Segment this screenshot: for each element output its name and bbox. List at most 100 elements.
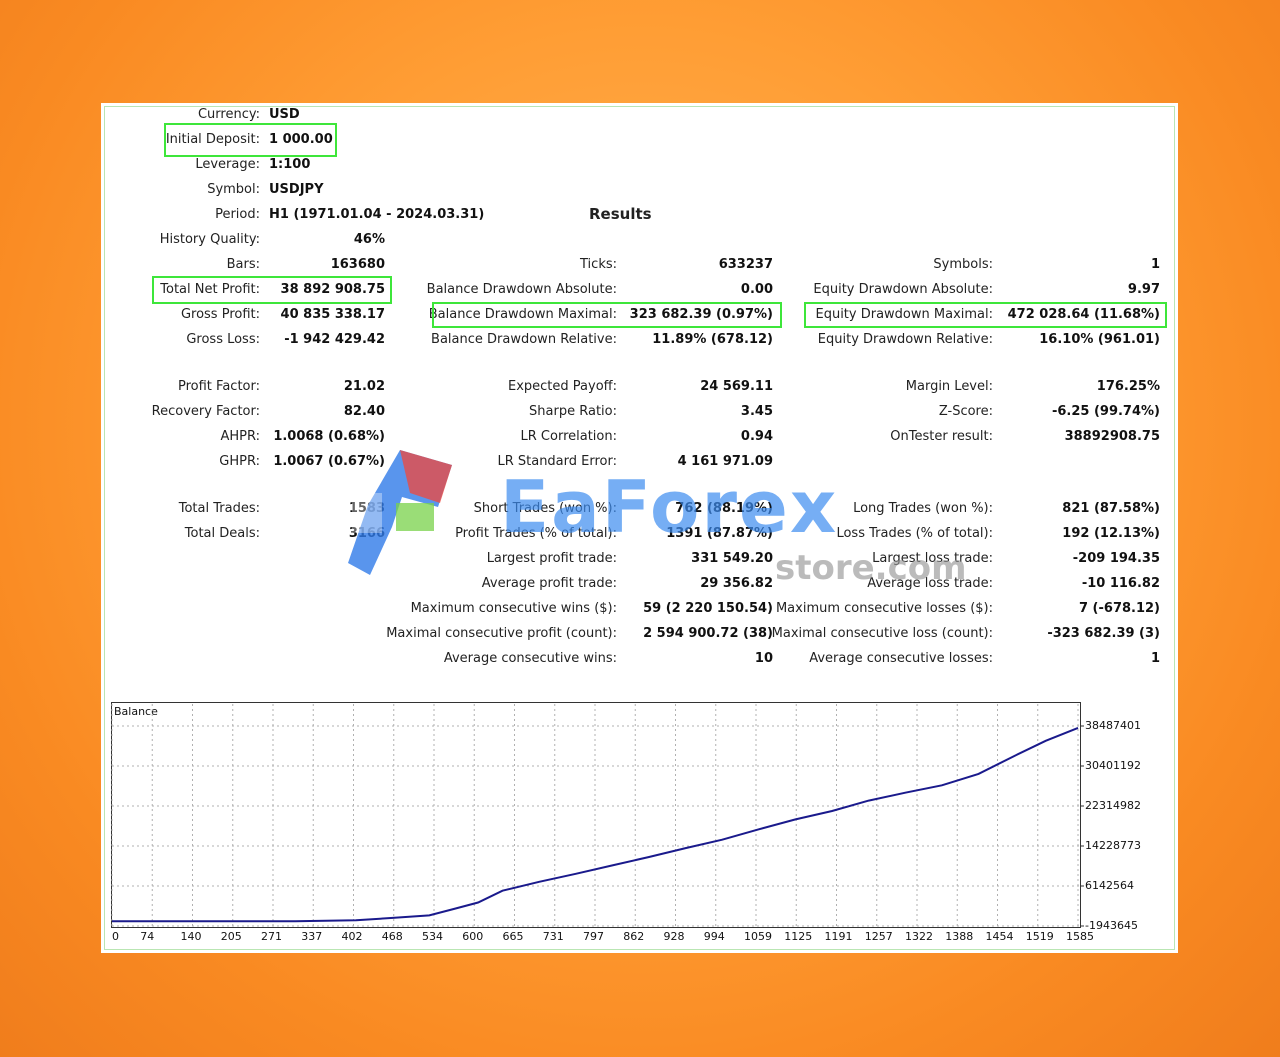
label-lr-correlation: LR Correlation:: [520, 429, 617, 444]
x-tick-label: 140: [180, 930, 202, 943]
value-maximum-consecutive-losses: 7 (-678.12): [1078, 601, 1160, 616]
label-recovery-factor: Recovery Factor:: [151, 404, 260, 419]
label-ticks: Ticks:: [580, 257, 617, 272]
value-z-score: -6.25 (99.74%): [1051, 404, 1160, 419]
label-average-consecutive-losses: Average consecutive losses:: [809, 651, 993, 666]
value-maximum-consecutive-wins: 59 (2 220 150.54): [643, 601, 773, 616]
label-average-profit-trade: Average profit trade:: [481, 576, 617, 591]
chart-title: Balance: [114, 705, 158, 718]
value-sharpe-ratio: 3.45: [740, 404, 773, 419]
label-average-loss-trade: Average loss trade:: [867, 576, 993, 591]
x-tick-label: 1519: [1025, 930, 1054, 943]
label-balance-drawdown-relative: Balance Drawdown Relative:: [431, 332, 617, 347]
highlight-total-net-profit: [152, 276, 392, 304]
label-leverage: Leverage:: [195, 157, 260, 172]
label-equity-drawdown-relative: Equity Drawdown Relative:: [817, 332, 993, 347]
x-tick-label: 74: [140, 930, 155, 943]
label-maximal-consecutive-profit-count: Maximal consecutive profit (count):: [386, 626, 617, 641]
y-tick-label: 6142564: [1085, 879, 1134, 892]
x-tick-label: 271: [261, 930, 282, 943]
value-loss-trades-of-total: 192 (12.13%): [1062, 526, 1160, 541]
label-balance-drawdown-absolute: Balance Drawdown Absolute:: [426, 282, 617, 297]
label-margin-level: Margin Level:: [905, 379, 993, 394]
value-average-profit-trade: 29 356.82: [700, 576, 773, 591]
label-largest-profit-trade: Largest profit trade:: [486, 551, 617, 566]
label-average-consecutive-wins: Average consecutive wins:: [443, 651, 617, 666]
value-average-consecutive-wins: 10: [754, 651, 773, 666]
value-symbol: USDJPY: [269, 182, 324, 197]
y-tick-label: 14228773: [1085, 839, 1141, 852]
value-maximal-consecutive-profit-count: 2 594 900.72 (38): [643, 626, 773, 641]
value-profit-factor: 21.02: [343, 379, 385, 394]
label-gross-loss: Gross Loss:: [186, 332, 260, 347]
x-tick-label: 1125: [784, 930, 813, 943]
value-margin-level: 176.25%: [1096, 379, 1160, 394]
label-total-deals: Total Deals:: [184, 526, 260, 541]
value-maximal-consecutive-loss-count: -323 682.39 (3): [1047, 626, 1160, 641]
label-expected-payoff: Expected Payoff:: [508, 379, 617, 394]
value-gross-loss: -1 942 429.42: [284, 332, 385, 347]
x-tick-label: 0: [112, 930, 119, 943]
value-equity-drawdown-relative: 16.10% (961.01): [1039, 332, 1160, 347]
value-currency: USD: [269, 107, 300, 122]
highlight-balance-drawdown-maximal: [432, 302, 782, 328]
value-equity-drawdown-absolute: 9.97: [1127, 282, 1160, 297]
value-period: H1 (1971.01.04 - 2024.03.31): [269, 207, 485, 222]
label-loss-trades-of-total: Loss Trades (% of total):: [836, 526, 993, 541]
x-tick-label: 600: [462, 930, 484, 943]
y-tick-label: 22314982: [1085, 799, 1141, 812]
x-tick-label: 994: [703, 930, 725, 943]
value-recovery-factor: 82.40: [343, 404, 385, 419]
label-period: Period:: [215, 207, 260, 222]
x-tick-label: 205: [220, 930, 242, 943]
label-gross-profit: Gross Profit:: [180, 307, 260, 322]
value-bars: 163680: [330, 257, 385, 272]
value-history-quality: 46%: [353, 232, 385, 247]
label-maximum-consecutive-wins: Maximum consecutive wins ($):: [410, 601, 617, 616]
value-ticks: 633237: [718, 257, 773, 272]
x-tick-label: 337: [301, 930, 323, 943]
label-maximum-consecutive-losses: Maximum consecutive losses ($):: [775, 601, 993, 616]
label-z-score: Z-Score:: [938, 404, 993, 419]
x-tick-label: 534: [422, 930, 443, 943]
value-ontester-result: 38892908.75: [1064, 429, 1160, 444]
x-tick-label: 731: [542, 930, 564, 943]
x-tick-label: 468: [381, 930, 403, 943]
value-short-trades-won: 762 (88.19%): [675, 501, 773, 516]
value-average-consecutive-losses: 1: [1150, 651, 1160, 666]
x-tick-label: 665: [502, 930, 524, 943]
x-tick-label: 928: [663, 930, 685, 943]
label-ahpr: AHPR:: [220, 429, 260, 444]
label-long-trades-won: Long Trades (won %):: [853, 501, 993, 516]
x-tick-label: 1322: [905, 930, 933, 943]
label-history-quality: History Quality:: [159, 232, 260, 247]
value-lr-correlation: 0.94: [740, 429, 773, 444]
y-tick-label: 38487401: [1085, 719, 1141, 732]
value-profit-trades-of-total: 1391 (87.87%): [666, 526, 773, 541]
label-total-trades: Total Trades:: [178, 501, 260, 516]
x-tick-label: 1059: [744, 930, 772, 943]
balance-chart-frame: [111, 702, 1081, 928]
value-balance-drawdown-absolute: 0.00: [740, 282, 773, 297]
x-tick-label: 1191: [824, 930, 853, 943]
x-tick-label: 862: [623, 930, 645, 943]
label-ontester-result: OnTester result:: [890, 429, 993, 444]
label-symbol: Symbol:: [207, 182, 260, 197]
value-expected-payoff: 24 569.11: [700, 379, 773, 394]
value-long-trades-won: 821 (87.58%): [1062, 501, 1160, 516]
value-balance-drawdown-relative: 11.89% (678.12): [652, 332, 773, 347]
value-lr-standard-error: 4 161 971.09: [677, 454, 773, 469]
x-tick-label: 402: [341, 930, 363, 943]
label-bars: Bars:: [226, 257, 260, 272]
label-equity-drawdown-absolute: Equity Drawdown Absolute:: [813, 282, 993, 297]
label-symbols: Symbols:: [933, 257, 993, 272]
highlight-initial-deposit: [164, 123, 337, 157]
label-lr-standard-error: LR Standard Error:: [497, 454, 617, 469]
value-symbols: 1: [1150, 257, 1160, 272]
value-average-loss-trade: -10 116.82: [1081, 576, 1160, 591]
results-title: Results: [589, 205, 652, 223]
label-maximal-consecutive-loss-count: Maximal consecutive loss (count):: [771, 626, 993, 641]
x-tick-label: 1388: [945, 930, 974, 943]
value-gross-profit: 40 835 338.17: [280, 307, 385, 322]
label-short-trades-won: Short Trades (won %):: [473, 501, 617, 516]
